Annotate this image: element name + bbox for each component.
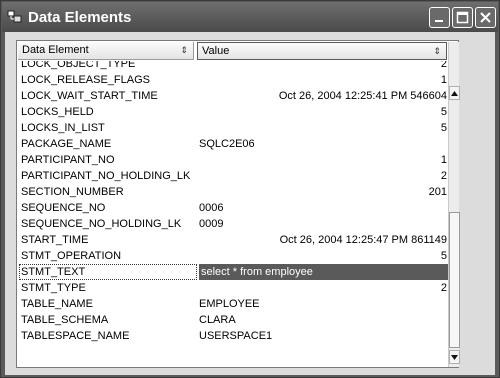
scroll-thumb[interactable] bbox=[449, 212, 460, 348]
scroll-up-button[interactable] bbox=[449, 86, 460, 100]
data-element-name: STMT_OPERATION bbox=[21, 250, 122, 262]
data-element-value: 5 bbox=[440, 106, 447, 118]
close-icon bbox=[480, 12, 491, 23]
data-element-value: Oct 26, 2004 12:25:47 PM 861149 bbox=[279, 234, 447, 246]
table-row[interactable]: PARTICIPANT_NO_HOLDING_LK 2 bbox=[18, 168, 448, 184]
data-elements-window: Data Elements Data Element ⇕ Value ⇕ LOC… bbox=[0, 0, 500, 378]
close-button[interactable] bbox=[475, 7, 496, 28]
table-row[interactable]: STMT_TEXT select * from employee bbox=[18, 264, 448, 280]
title-bar[interactable]: Data Elements bbox=[2, 2, 498, 32]
data-element-value: 1 bbox=[440, 74, 447, 86]
table-row[interactable]: PACKAGE_NAME SQLC2E06 bbox=[18, 136, 448, 152]
scroll-up-arrow-icon bbox=[451, 90, 458, 96]
table-row[interactable]: LOCK_RELEASE_FLAGS 1 bbox=[18, 72, 448, 88]
column-header-data-element[interactable]: Data Element ⇕ bbox=[18, 42, 194, 60]
table-row[interactable]: PARTICIPANT_NO 1 bbox=[18, 152, 448, 168]
data-element-name: PACKAGE_NAME bbox=[21, 138, 112, 150]
table-row[interactable]: LOCKS_IN_LIST 5 bbox=[18, 120, 448, 136]
column-header-value[interactable]: Value ⇕ bbox=[197, 42, 447, 60]
maximize-button[interactable] bbox=[452, 7, 473, 28]
table-row[interactable]: STMT_TYPE 2 bbox=[18, 280, 448, 296]
data-element-value: 2 bbox=[440, 61, 447, 70]
data-element-name: LOCKS_HELD bbox=[21, 106, 94, 118]
data-element-name: TABLE_SCHEMA bbox=[21, 314, 109, 326]
table-row[interactable]: LOCK_WAIT_START_TIME Oct 26, 2004 12:25:4… bbox=[18, 88, 448, 104]
data-element-name: STMT_TYPE bbox=[21, 282, 86, 294]
data-element-name: LOCKS_IN_LIST bbox=[21, 122, 105, 134]
data-element-name: PARTICIPANT_NO_HOLDING_LK bbox=[21, 170, 191, 182]
grid-rows: LOCK_OBJECT_TYPE 2 LOCK_RELEASE_FLAGS 1 LOCK… bbox=[18, 61, 448, 366]
column-header-label: Data Element bbox=[22, 44, 89, 56]
minimize-button[interactable] bbox=[429, 7, 450, 28]
data-elements-app-icon bbox=[7, 10, 22, 23]
data-element-name: TABLE_NAME bbox=[21, 298, 93, 310]
column-header-label: Value bbox=[202, 45, 230, 57]
data-element-name: STMT_TEXT bbox=[21, 266, 86, 278]
table-row[interactable]: SEQUENCE_NO_HOLDING_LK 0009 bbox=[18, 216, 448, 232]
data-element-name: SECTION_NUMBER bbox=[21, 186, 124, 198]
data-element-name: LOCK_WAIT_START_TIME bbox=[21, 90, 158, 102]
data-element-name: TABLESPACE_NAME bbox=[21, 330, 130, 342]
table-row[interactable]: STMT_OPERATION 5 bbox=[18, 248, 448, 264]
data-element-name: PARTICIPANT_NO bbox=[21, 154, 115, 166]
sort-arrows-icon: ⇕ bbox=[180, 45, 188, 55]
data-element-name: START_TIME bbox=[21, 234, 89, 246]
data-element-value: EMPLOYEE bbox=[199, 298, 260, 310]
data-element-name: SEQUENCE_NO bbox=[21, 202, 106, 214]
data-element-value: 2 bbox=[440, 170, 447, 182]
data-element-value: 5 bbox=[440, 250, 447, 262]
table-row[interactable]: TABLE_NAME EMPLOYEE bbox=[18, 296, 448, 312]
data-elements-grid: Data Element ⇕ Value ⇕ LOCK_OBJECT_TYPE 2… bbox=[16, 40, 460, 368]
table-row[interactable]: TABLESPACE_NAME USERSPACE1 bbox=[18, 328, 448, 344]
table-row[interactable]: LOCKS_HELD 5 bbox=[18, 104, 448, 120]
data-element-value: select * from employee bbox=[201, 266, 313, 278]
data-element-name: LOCK_RELEASE_FLAGS bbox=[21, 74, 151, 86]
data-element-name: SEQUENCE_NO_HOLDING_LK bbox=[21, 218, 182, 230]
data-element-value: 1 bbox=[440, 154, 447, 166]
table-row[interactable]: SEQUENCE_NO 0006 bbox=[18, 200, 448, 216]
scroll-down-arrow-icon bbox=[451, 354, 458, 360]
sort-arrows-icon: ⇕ bbox=[433, 46, 441, 56]
scroll-down-button[interactable] bbox=[449, 350, 460, 364]
data-element-value: 2 bbox=[440, 282, 447, 294]
maximize-icon bbox=[456, 11, 469, 24]
window-title: Data Elements bbox=[28, 9, 132, 26]
data-element-value: SQLC2E06 bbox=[199, 138, 255, 150]
table-row[interactable]: START_TIME Oct 26, 2004 12:25:47 PM 86114… bbox=[18, 232, 448, 248]
vertical-scrollbar[interactable] bbox=[448, 42, 460, 367]
table-row[interactable]: SECTION_NUMBER 201 bbox=[18, 184, 448, 200]
data-element-value: 0006 bbox=[199, 202, 224, 214]
data-element-value: 201 bbox=[428, 186, 447, 198]
table-row[interactable]: TABLE_SCHEMA CLARA bbox=[18, 312, 448, 328]
data-element-name: LOCK_OBJECT_TYPE bbox=[21, 61, 136, 70]
data-element-value: USERSPACE1 bbox=[199, 330, 273, 342]
minimize-icon bbox=[435, 20, 443, 22]
data-element-value: Oct 26, 2004 12:25:41 PM 546604 bbox=[278, 90, 447, 102]
data-element-value: CLARA bbox=[199, 314, 236, 326]
table-row[interactable]: LOCK_OBJECT_TYPE 2 bbox=[18, 61, 448, 72]
client-area: Data Element ⇕ Value ⇕ LOCK_OBJECT_TYPE 2… bbox=[5, 32, 495, 375]
data-element-value: 5 bbox=[440, 122, 447, 134]
data-element-value: 0009 bbox=[199, 218, 224, 230]
